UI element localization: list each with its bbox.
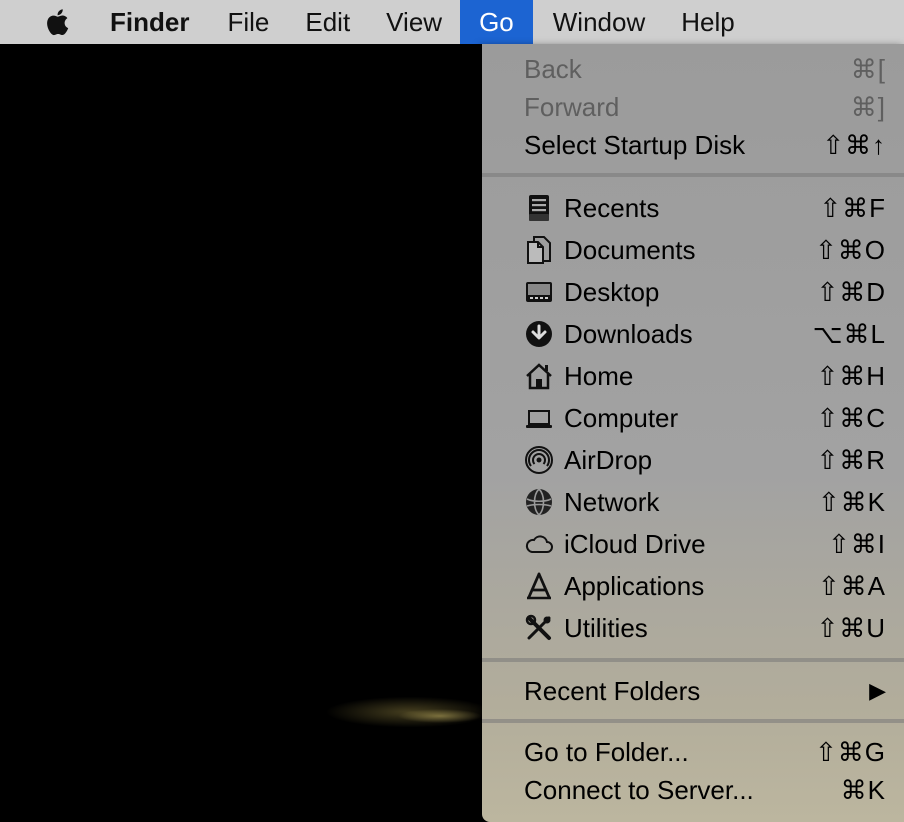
- menu-item-select-startup-disk[interactable]: Select Startup Disk ⇧⌘↑: [482, 126, 904, 164]
- menu-go[interactable]: Go: [460, 0, 533, 44]
- documents-icon: [522, 233, 556, 267]
- menu-edit[interactable]: Edit: [287, 0, 368, 44]
- menu-item-label: Downloads: [564, 318, 693, 349]
- recents-icon: [522, 191, 556, 225]
- shortcut: ⌘[: [850, 53, 886, 84]
- menu-item-downloads[interactable]: Downloads ⌥⌘L: [482, 313, 904, 355]
- menu-item-desktop[interactable]: Desktop ⇧⌘D: [482, 271, 904, 313]
- menu-item-network[interactable]: Network ⇧⌘K: [482, 481, 904, 523]
- menu-item-airdrop[interactable]: AirDrop ⇧⌘R: [482, 439, 904, 481]
- shortcut: ⇧⌘F: [819, 192, 886, 223]
- menu-item-label: Applications: [564, 570, 705, 601]
- shortcut: ⇧⌘H: [816, 360, 886, 391]
- menu-item-recents[interactable]: Recents ⇧⌘F: [482, 187, 904, 229]
- menu-item-label: Connect to Server...: [524, 774, 754, 805]
- menu-separator: [482, 173, 904, 177]
- menu-item-label: Desktop: [564, 276, 660, 307]
- menu-item-label: Network: [564, 486, 660, 517]
- shortcut: ⌘K: [840, 774, 886, 805]
- menu-item-recent-folders[interactable]: Recent Folders ▶: [482, 672, 904, 710]
- menu-item-home[interactable]: Home ⇧⌘H: [482, 355, 904, 397]
- menu-item-back[interactable]: Back ⌘[: [482, 50, 904, 88]
- menu-item-label: Recent Folders: [524, 675, 701, 706]
- shortcut: ⇧⌘K: [817, 486, 886, 517]
- shortcut: ⇧⌘R: [816, 444, 886, 475]
- menu-help[interactable]: Help: [663, 0, 752, 44]
- menu-item-computer[interactable]: Computer ⇧⌘C: [482, 397, 904, 439]
- shortcut: ⇧⌘O: [814, 234, 886, 265]
- menu-finder[interactable]: Finder: [110, 0, 209, 44]
- airdrop-icon: [522, 443, 556, 477]
- menu-item-documents[interactable]: Documents ⇧⌘O: [482, 229, 904, 271]
- shortcut: ⇧⌘I: [827, 528, 886, 559]
- shortcut: ⇧⌘A: [817, 570, 886, 601]
- apple-logo-icon: [47, 9, 69, 36]
- home-icon: [522, 359, 556, 393]
- applications-icon: [522, 569, 556, 603]
- menu-item-label: AirDrop: [564, 444, 653, 475]
- computer-icon: [522, 401, 556, 435]
- downloads-icon: [522, 317, 556, 351]
- menu-item-label: Utilities: [564, 612, 648, 643]
- shortcut: ⇧⌘D: [816, 276, 886, 307]
- shortcut: ⇧⌘C: [816, 402, 886, 433]
- menu-item-go-to-folder[interactable]: Go to Folder... ⇧⌘G: [482, 733, 904, 771]
- menu-item-label: Forward: [524, 91, 620, 122]
- menu-item-icloud-drive[interactable]: iCloud Drive ⇧⌘I: [482, 523, 904, 565]
- menu-item-forward[interactable]: Forward ⌘]: [482, 88, 904, 126]
- go-menu-dropdown: Back ⌘[ Forward ⌘] Select Startup Disk ⇧…: [482, 44, 904, 822]
- utilities-icon: [522, 611, 556, 645]
- icloud-icon: [522, 527, 556, 561]
- menu-item-label: Documents: [564, 234, 696, 265]
- menu-window[interactable]: Window: [533, 0, 663, 44]
- menu-separator: [482, 719, 904, 723]
- menu-item-label: Home: [564, 360, 634, 391]
- menu-view[interactable]: View: [368, 0, 460, 44]
- menu-item-label: Back: [524, 53, 582, 84]
- menu-bar: Finder File Edit View Go Window Help: [0, 0, 904, 44]
- menu-item-label: Go to Folder...: [524, 736, 689, 767]
- apple-menu[interactable]: [0, 0, 110, 44]
- menu-item-applications[interactable]: Applications ⇧⌘A: [482, 565, 904, 607]
- shortcut: ⌥⌘L: [812, 318, 886, 349]
- menu-file[interactable]: File: [209, 0, 287, 44]
- menu-separator: [482, 658, 904, 662]
- shortcut: ⌘]: [850, 91, 886, 122]
- shortcut: ⇧⌘↑: [822, 129, 886, 160]
- menu-item-label: Select Startup Disk: [524, 129, 746, 160]
- submenu-arrow-icon: ▶: [869, 678, 886, 703]
- network-icon: [522, 485, 556, 519]
- desktop-icon: [522, 275, 556, 309]
- menu-item-connect-to-server[interactable]: Connect to Server... ⌘K: [482, 771, 904, 809]
- menu-item-utilities[interactable]: Utilities ⇧⌘U: [482, 607, 904, 649]
- menu-item-label: Computer: [564, 402, 679, 433]
- shortcut: ⇧⌘U: [816, 612, 886, 643]
- shortcut: ⇧⌘G: [814, 736, 886, 767]
- menu-item-label: iCloud Drive: [564, 528, 706, 559]
- menu-item-label: Recents: [564, 192, 660, 223]
